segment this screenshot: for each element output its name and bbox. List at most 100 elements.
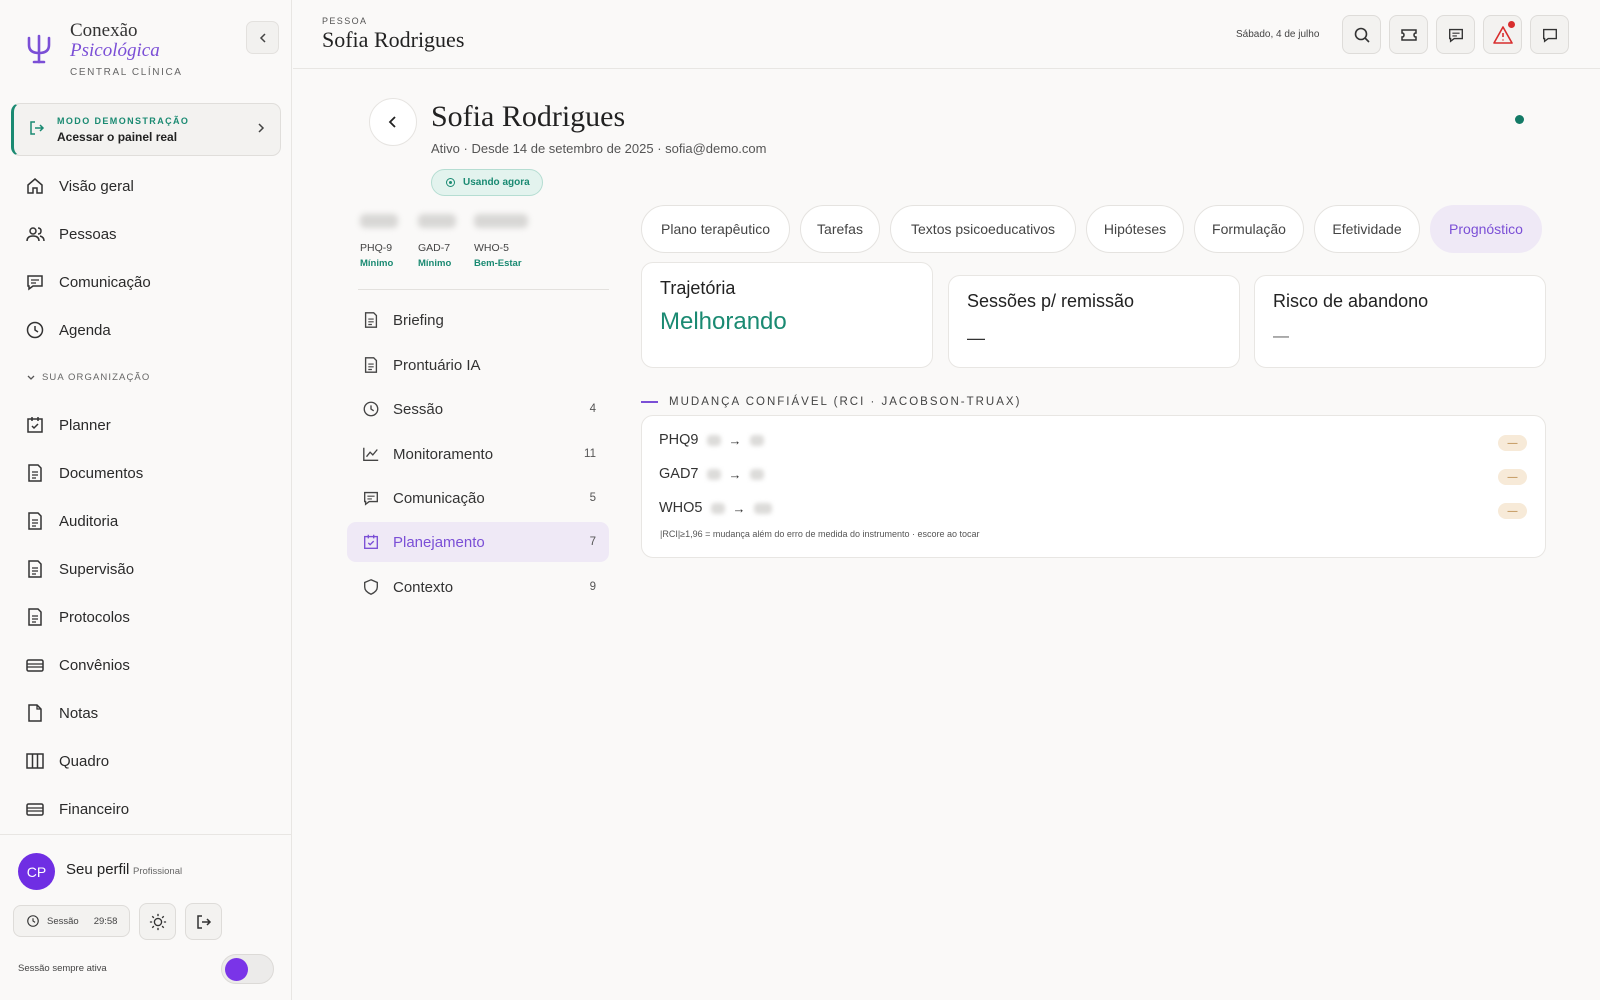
logout-button[interactable] (185, 903, 222, 940)
nav-item-comunicacao[interactable]: Comunicação (25, 267, 151, 297)
score-level: Mínimo (360, 258, 394, 269)
rci-row-who5[interactable]: WHO5 → (659, 500, 772, 516)
rci-before-hidden (706, 434, 721, 446)
search-button[interactable] (1342, 15, 1381, 54)
nav-item-convenios[interactable]: Convênios (25, 650, 130, 680)
rci-section-header: MUDANÇA CONFIÁVEL (RCI · JACOBSON-TRUAX) (641, 396, 1021, 408)
theme-toggle-button[interactable] (139, 903, 176, 940)
nav-item-planner[interactable]: Planner (25, 410, 111, 440)
score-value-hidden (360, 214, 398, 228)
subnav-label: Monitoramento (393, 445, 494, 463)
subnav-count: 9 (589, 581, 596, 593)
tab-efetividade[interactable]: Efetividade (1314, 205, 1420, 253)
nav-section-toggle[interactable]: SUA ORGANIZAÇÃO (26, 372, 150, 383)
topbar-kicker: PESSOA (322, 16, 368, 26)
tab-hipoteses[interactable]: Hipóteses (1086, 205, 1184, 253)
subnav-item-contexto[interactable]: Contexto 9 (347, 567, 609, 607)
avatar[interactable]: CP (18, 853, 55, 890)
document-icon (28, 464, 42, 482)
nav-item-financeiro[interactable]: Financeiro (25, 794, 129, 824)
arrow-right-icon: → (728, 466, 742, 482)
topbar: PESSOA Sofia Rodrigues Sábado, 4 de julh… (293, 0, 1600, 69)
score-level: Mínimo (418, 258, 452, 269)
subnav-label: Briefing (393, 311, 444, 329)
tab-formulacao[interactable]: Formulação (1194, 205, 1304, 253)
subnav-item-prontuario-ia[interactable]: Prontuário IA (347, 345, 609, 385)
alerts-button[interactable] (1483, 15, 1522, 54)
toggle-knob (225, 958, 248, 981)
dropout-value: — (1273, 328, 1289, 345)
tab-tarefas[interactable]: Tarefas (800, 205, 880, 253)
rci-row-name: GAD7 (659, 466, 699, 482)
document-icon (28, 512, 42, 530)
nav-item-supervisao[interactable]: Supervisão (25, 554, 134, 584)
demo-mode-card[interactable]: MODO DEMONSTRAÇÃO Acessar o painel real (11, 103, 281, 156)
rci-before-hidden (710, 502, 725, 514)
chat-button[interactable] (1530, 15, 1569, 54)
nav-item-label: Visão geral (59, 177, 134, 195)
nav-item-label: Notas (59, 704, 99, 722)
nav-item-protocolos[interactable]: Protocolos (25, 602, 130, 632)
online-status-dot (1515, 115, 1524, 124)
subnav-count: 4 (589, 403, 596, 415)
nav-item-label: Financeiro (59, 800, 130, 818)
rci-after-hidden (749, 434, 764, 446)
rci-footnote: |RCI|≥1,96 = mudança além do erro de med… (660, 529, 980, 539)
nav-item-visao-geral[interactable]: Visão geral (25, 171, 134, 201)
document-icon (28, 608, 42, 626)
nav-item-label: Pessoas (59, 225, 117, 243)
score-name: WHO-5 (474, 242, 509, 254)
tab-prognostico[interactable]: Prognóstico (1430, 205, 1542, 253)
nav-item-auditoria[interactable]: Auditoria (25, 506, 118, 536)
nav-item-label: Quadro (59, 752, 110, 770)
subnav-label: Prontuário IA (393, 356, 481, 374)
session-timer-chip[interactable]: Sessão 29:58 (13, 905, 130, 937)
nav-item-documentos[interactable]: Documentos (25, 458, 143, 488)
back-button[interactable] (369, 98, 417, 146)
nav-item-pessoas[interactable]: Pessoas (25, 219, 117, 249)
demo-title: Acessar o painel real (57, 130, 178, 144)
login-icon (30, 121, 45, 135)
card-title: Risco de abandono (1273, 291, 1429, 311)
calendar-check-icon (27, 417, 43, 433)
card-title: Sessões p/ remissão (967, 291, 1135, 311)
trajectory-card: Trajetória Melhorando (641, 262, 933, 368)
score-gad7: GAD-7 Mínimo (418, 214, 456, 269)
chart-line-icon (363, 447, 379, 461)
score-value-hidden (474, 214, 528, 228)
collapse-sidebar-button[interactable] (246, 21, 279, 54)
rci-before-hidden (706, 468, 721, 480)
section-accent-line (641, 401, 658, 403)
nav-section-label: SUA ORGANIZAÇÃO (42, 372, 151, 383)
ticket-button[interactable] (1389, 15, 1428, 54)
brand-name-accent: Psicológica (70, 40, 160, 61)
chevron-down-icon (27, 375, 35, 380)
messages-button[interactable] (1436, 15, 1475, 54)
radio-dot-icon (446, 178, 455, 187)
rci-row-phq9[interactable]: PHQ9 → (659, 432, 764, 448)
patient-name: Sofia Rodrigues (431, 100, 626, 133)
tab-textos-psicoeducativos[interactable]: Textos psicoeducativos (890, 205, 1076, 253)
profile-name[interactable]: Seu perfil (66, 861, 129, 878)
tab-plano-terapeutico[interactable]: Plano terapêutico (641, 205, 790, 253)
users-icon (26, 227, 45, 242)
subnav-item-sessao[interactable]: Sessão 4 (347, 389, 609, 429)
subnav-item-planejamento[interactable]: Planejamento 7 (347, 522, 609, 562)
demo-kicker: MODO DEMONSTRAÇÃO (57, 116, 190, 126)
rci-row-name: WHO5 (659, 500, 703, 516)
sun-icon (149, 913, 166, 930)
subnav-label: Contexto (393, 578, 454, 596)
logout-icon (196, 914, 211, 929)
nav-item-agenda[interactable]: Agenda (25, 315, 111, 345)
subnav-item-comunicacao[interactable]: Comunicação 5 (347, 478, 609, 518)
nav-item-quadro[interactable]: Quadro (25, 746, 109, 776)
subnav-label: Planejamento (393, 533, 485, 551)
brand-subtitle: CENTRAL CLÍNICA (70, 67, 183, 78)
rci-row-gad7[interactable]: GAD7 → (659, 466, 764, 482)
subnav-item-monitoramento[interactable]: Monitoramento 11 (347, 434, 609, 474)
subnav-item-briefing[interactable]: Briefing (347, 300, 609, 340)
session-always-active-toggle[interactable] (221, 954, 274, 984)
session-label: Sessão (47, 915, 79, 927)
brand[interactable]: Conexão Psicológica CENTRAL CLÍNICA (22, 20, 272, 80)
nav-item-notas[interactable]: Notas (25, 698, 98, 728)
